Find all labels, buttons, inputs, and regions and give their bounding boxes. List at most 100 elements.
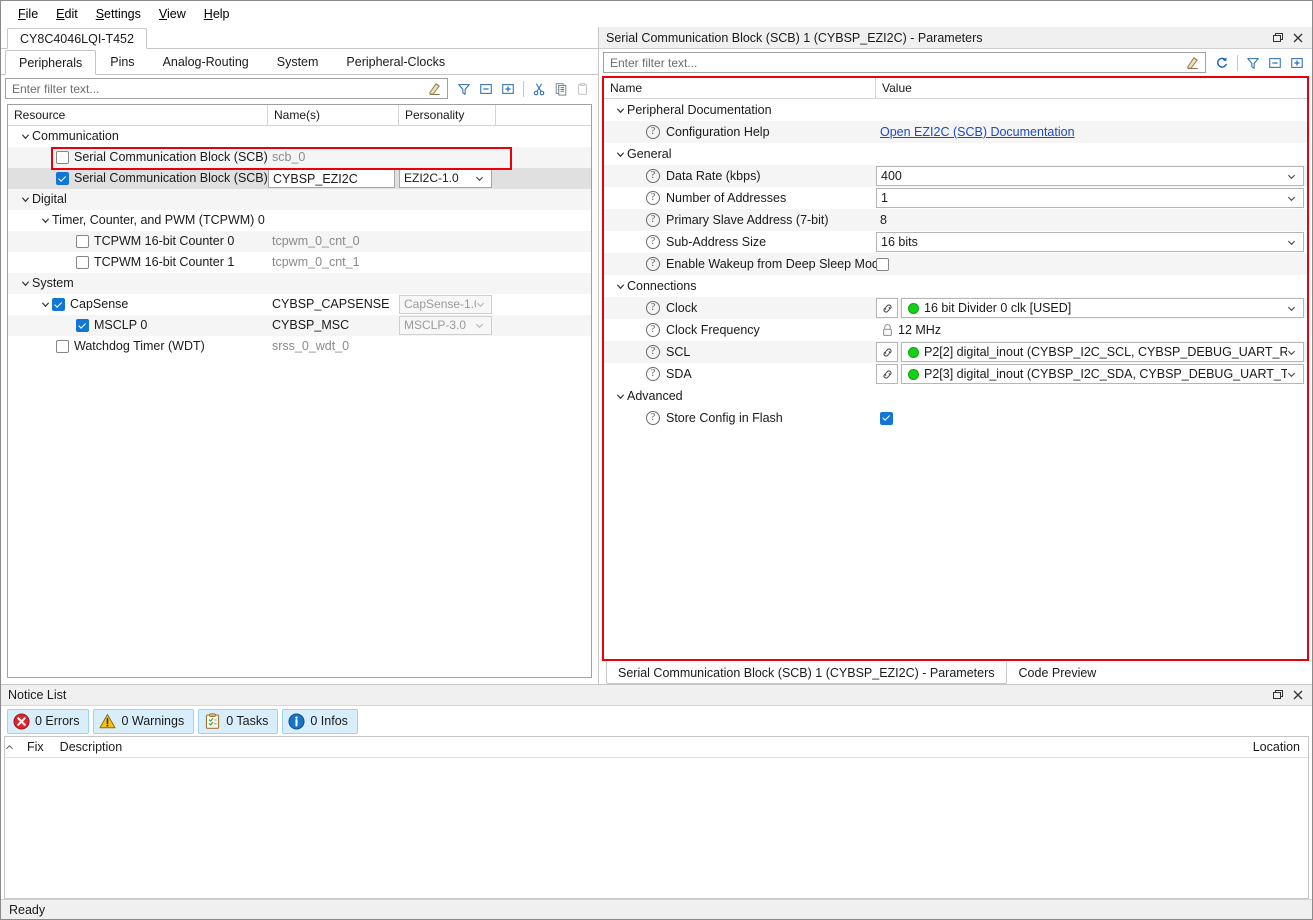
tab-peripherals[interactable]: Peripherals xyxy=(5,50,97,75)
param-row-store-config-in-flash[interactable]: ? Store Config in Flash xyxy=(604,407,1307,429)
enable-wakeup-checkbox[interactable] xyxy=(876,257,889,271)
param-group-peripheral-documentation[interactable]: Peripheral Documentation xyxy=(604,99,1307,121)
filter-icon[interactable] xyxy=(1242,52,1264,73)
column-header-resource[interactable]: Resource xyxy=(8,105,268,126)
documentation-link[interactable]: Open EZI2C (SCB) Documentation xyxy=(876,125,1075,139)
chevron-down-icon[interactable] xyxy=(18,132,32,141)
column-header-value[interactable]: Value xyxy=(876,78,1307,99)
help-icon[interactable]: ? xyxy=(646,257,660,271)
expand-all-icon[interactable] xyxy=(497,78,519,99)
tree-checkbox-msclp0[interactable] xyxy=(76,319,89,332)
expand-all-icon[interactable] xyxy=(1286,52,1308,73)
help-icon[interactable]: ? xyxy=(646,367,660,381)
tab-analog-routing[interactable]: Analog-Routing xyxy=(149,49,263,74)
data-rate-select[interactable]: 400 xyxy=(876,166,1304,186)
tree-row-tcpwm-group[interactable]: Timer, Counter, and PWM (TCPWM) 0 xyxy=(8,210,591,231)
sub-address-size-select[interactable]: 16 bits xyxy=(876,232,1304,252)
tree-row-scb0[interactable]: Serial Communication Block (SCB) 0 scb_0 xyxy=(8,147,591,168)
param-group-advanced[interactable]: Advanced xyxy=(604,385,1307,407)
bottom-tab-code-preview[interactable]: Code Preview xyxy=(1007,662,1109,684)
warnings-filter-button[interactable]: 0 Warnings xyxy=(93,708,195,734)
collapse-all-icon[interactable] xyxy=(475,78,497,99)
column-header-names[interactable]: Name(s) xyxy=(268,105,399,126)
chevron-down-icon[interactable] xyxy=(1287,304,1303,313)
column-header-location[interactable]: Location xyxy=(1245,740,1308,754)
tree-row-tcpwm-counter0[interactable]: TCPWM 16-bit Counter 0 tcpwm_0_cnt_0 xyxy=(8,231,591,252)
column-header-personality[interactable]: Personality xyxy=(399,105,496,126)
document-tab-device[interactable]: CY8C4046LQI-T452 xyxy=(7,28,147,49)
chevron-down-icon[interactable] xyxy=(1287,348,1303,357)
menu-help[interactable]: Help xyxy=(195,4,239,24)
param-row-sub-address-size[interactable]: ? Sub-Address Size 16 bits xyxy=(604,231,1307,253)
param-row-sda[interactable]: ? SDA P2[3] digital_inout (CYBSP_I2C_SDA… xyxy=(604,363,1307,385)
param-row-data-rate[interactable]: ? Data Rate (kbps) 400 xyxy=(604,165,1307,187)
sda-select[interactable]: P2[3] digital_inout (CYBSP_I2C_SDA, CYBS… xyxy=(901,364,1304,384)
errors-filter-button[interactable]: 0 Errors xyxy=(7,708,90,734)
chevron-down-icon[interactable] xyxy=(613,282,627,291)
param-row-configuration-help[interactable]: ? Configuration Help Open EZI2C (SCB) Do… xyxy=(604,121,1307,143)
primary-slave-address-value[interactable]: 8 xyxy=(876,213,887,227)
param-group-general[interactable]: General xyxy=(604,143,1307,165)
chevron-down-icon[interactable] xyxy=(18,279,32,288)
column-header-fix[interactable]: Fix xyxy=(19,740,52,754)
restore-icon[interactable] xyxy=(1268,29,1288,47)
number-of-addresses-select[interactable]: 1 xyxy=(876,188,1304,208)
column-header-description[interactable]: Description xyxy=(52,740,131,754)
chevron-down-icon[interactable] xyxy=(18,195,32,204)
menu-settings[interactable]: Settings xyxy=(87,4,150,24)
help-icon[interactable]: ? xyxy=(646,411,660,425)
menu-file[interactable]: File xyxy=(9,4,47,24)
chevron-down-icon[interactable] xyxy=(38,300,52,309)
menu-view[interactable]: View xyxy=(150,4,195,24)
sort-ascending-icon[interactable] xyxy=(5,744,19,751)
parameters-filter-input[interactable]: Enter filter text... xyxy=(603,52,1206,73)
collapse-all-icon[interactable] xyxy=(1264,52,1286,73)
restore-icon[interactable] xyxy=(1268,686,1288,704)
chevron-down-icon[interactable] xyxy=(1287,370,1303,379)
refresh-icon[interactable] xyxy=(1211,52,1233,73)
tree-checkbox-scb1[interactable] xyxy=(56,172,69,185)
chevron-down-icon[interactable] xyxy=(613,392,627,401)
chevron-down-icon[interactable] xyxy=(475,174,491,183)
clear-filter-icon[interactable] xyxy=(423,78,445,99)
tasks-filter-button[interactable]: 0 Tasks xyxy=(198,708,279,734)
help-icon[interactable]: ? xyxy=(646,323,660,337)
store-config-in-flash-checkbox[interactable] xyxy=(880,411,893,425)
tree-row-system[interactable]: System xyxy=(8,273,591,294)
tab-peripheral-clocks[interactable]: Peripheral-Clocks xyxy=(332,49,459,74)
help-icon[interactable]: ? xyxy=(646,345,660,359)
tree-row-capsense[interactable]: CapSense CYBSP_CAPSENSE CapSense-1.0 xyxy=(8,294,591,315)
tab-system[interactable]: System xyxy=(263,49,333,74)
tab-pins[interactable]: Pins xyxy=(96,49,148,74)
chevron-down-icon[interactable] xyxy=(38,216,52,225)
param-row-enable-wakeup[interactable]: ? Enable Wakeup from Deep Sleep Mode xyxy=(604,253,1307,275)
param-group-connections[interactable]: Connections xyxy=(604,275,1307,297)
clock-select[interactable]: 16 bit Divider 0 clk [USED] xyxy=(901,298,1304,318)
param-row-scl[interactable]: ? SCL P2[2] digital_inout (CYBSP_I2C_SCL… xyxy=(604,341,1307,363)
chevron-down-icon[interactable] xyxy=(613,150,627,159)
tree-row-wdt[interactable]: Watchdog Timer (WDT) srss_0_wdt_0 xyxy=(8,336,591,357)
copy-icon[interactable] xyxy=(550,78,572,99)
param-row-number-of-addresses[interactable]: ? Number of Addresses 1 xyxy=(604,187,1307,209)
menu-edit[interactable]: Edit xyxy=(47,4,87,24)
tree-checkbox-counter0[interactable] xyxy=(76,235,89,248)
chevron-down-icon[interactable] xyxy=(1287,172,1303,181)
close-icon[interactable] xyxy=(1288,686,1308,704)
param-row-clock[interactable]: ? Clock 16 bit Divider 0 clk [USED] xyxy=(604,297,1307,319)
param-row-primary-slave-address[interactable]: ? Primary Slave Address (7-bit) 8 xyxy=(604,209,1307,231)
help-icon[interactable]: ? xyxy=(646,191,660,205)
scl-link-icon[interactable] xyxy=(876,342,898,362)
cut-icon[interactable] xyxy=(528,78,550,99)
paste-icon[interactable] xyxy=(572,78,594,99)
tree-row-communication[interactable]: Communication xyxy=(8,126,591,147)
chevron-down-icon[interactable] xyxy=(1287,194,1303,203)
chevron-down-icon[interactable] xyxy=(1287,238,1303,247)
peripherals-filter-input[interactable]: Enter filter text... xyxy=(5,78,448,99)
close-icon[interactable] xyxy=(1288,29,1308,47)
tree-checkbox-counter1[interactable] xyxy=(76,256,89,269)
personality-select-scb1[interactable]: EZI2C-1.0 xyxy=(399,169,492,188)
help-icon[interactable]: ? xyxy=(646,235,660,249)
tree-checkbox-capsense[interactable] xyxy=(52,298,65,311)
tree-checkbox-wdt[interactable] xyxy=(56,340,69,353)
tree-row-tcpwm-counter1[interactable]: TCPWM 16-bit Counter 1 tcpwm_0_cnt_1 xyxy=(8,252,591,273)
